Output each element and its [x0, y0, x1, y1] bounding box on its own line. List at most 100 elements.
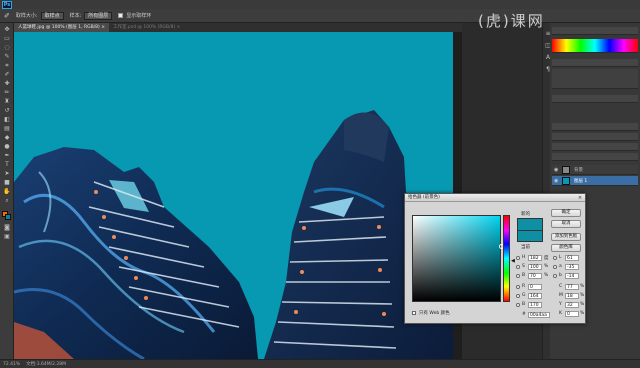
lasso-tool-icon[interactable]: ◌ [3, 45, 11, 51]
web-colors-only-checkbox[interactable] [412, 311, 416, 315]
history-brush-icon[interactable]: ↺ [3, 108, 11, 114]
field-key: L [559, 255, 562, 260]
cancel-button[interactable]: 取消 [551, 220, 581, 228]
field-key: B [522, 273, 526, 278]
color-panel-header[interactable] [552, 27, 638, 35]
document-canvas[interactable] [14, 32, 453, 359]
type-tool-icon[interactable]: T [3, 162, 11, 168]
add-to-swatches-button[interactable]: 添加到色板 [551, 233, 581, 241]
sample-size-label: 取样大小: [15, 13, 38, 19]
blur-tool-icon[interactable]: ◆ [3, 135, 11, 141]
zoom-level[interactable]: 72.41% [3, 362, 20, 367]
lab-l-field[interactable]: 61 [565, 255, 579, 261]
yellow-field[interactable]: 32 [565, 302, 579, 308]
lab-b-radio[interactable] [553, 274, 557, 278]
red-radio[interactable] [516, 285, 520, 289]
ok-button[interactable]: 确定 [551, 209, 581, 217]
layer-row-background[interactable]: ◉ 背景 [552, 165, 638, 175]
magenta-field[interactable]: 18 [565, 293, 579, 299]
saturation-brightness-field[interactable] [412, 215, 504, 302]
pen-tool-icon[interactable]: ✒ [3, 153, 11, 159]
screen-mode-icon[interactable]: ▣ [3, 234, 11, 240]
visibility-eye-icon[interactable]: ◉ [554, 178, 558, 184]
sample-size-select[interactable]: 取样点 [40, 11, 64, 20]
eyedropper-tool-icon[interactable]: ✐ [3, 72, 11, 78]
quick-mask-icon[interactable]: ◙ [3, 225, 11, 231]
field-key: G [522, 293, 526, 298]
hue-radio[interactable] [516, 256, 520, 260]
styles-panel-header[interactable] [552, 95, 638, 103]
hand-tool-icon[interactable]: ✋ [3, 189, 11, 195]
field-key: H [522, 255, 526, 260]
dodge-tool-icon[interactable]: ● [3, 144, 11, 150]
yellow-unit: % [580, 302, 585, 307]
lock-row[interactable] [552, 153, 638, 161]
brightness-radio[interactable] [516, 274, 520, 278]
background-color-swatch[interactable] [5, 214, 11, 220]
color-libraries-button[interactable]: 颜色库 [551, 244, 581, 252]
tools-panel: ✥ ▭ ◌ ✎ ⌗ ✐ ✚ ✏ ♜ ↺ ◧ ▤ ◆ ● ✒ T ➤ ■ ✋ ⌕ … [0, 23, 14, 359]
brush-tool-icon[interactable]: ✏ [3, 90, 11, 96]
gradient-tool-icon[interactable]: ▤ [3, 126, 11, 132]
hue-field[interactable]: 182 [528, 255, 542, 261]
cyan-field[interactable]: 77 [565, 284, 579, 290]
layers-panel-header[interactable] [552, 123, 638, 131]
zoom-tool-icon[interactable]: ⌕ [3, 198, 11, 204]
move-tool-icon[interactable]: ✥ [3, 27, 11, 33]
layer-filter-row[interactable] [552, 133, 638, 141]
blue-radio[interactable] [516, 303, 520, 307]
tab-label: 人篮球鞋.jpg @ 100% (图层 1, RGB/8) [18, 25, 100, 30]
green-field[interactable]: 164 [528, 293, 542, 299]
black-field[interactable]: 0 [565, 311, 579, 317]
lab-a-radio[interactable] [553, 265, 557, 269]
path-select-tool-icon[interactable]: ➤ [3, 171, 11, 177]
adjustments-panel-header[interactable] [552, 59, 638, 67]
cyan-unit: % [580, 284, 585, 289]
field-key: Y [559, 302, 562, 307]
shape-tool-icon[interactable]: ■ [3, 180, 11, 186]
sample-label: 样本: [69, 13, 82, 19]
field-key: b [559, 273, 562, 278]
close-icon[interactable]: × [577, 195, 583, 201]
hue-slider-arrow-icon[interactable]: ◀ [511, 258, 515, 264]
saturation-radio[interactable] [516, 265, 520, 269]
healing-tool-icon[interactable]: ✚ [3, 81, 11, 87]
saturation-unit: % [544, 264, 549, 269]
crop-tool-icon[interactable]: ⌗ [3, 63, 11, 69]
hue-slider[interactable] [503, 215, 510, 302]
blend-mode-row[interactable] [552, 143, 638, 151]
green-radio[interactable] [516, 294, 520, 298]
web-colors-only-label: 只有 Web 颜色 [419, 311, 450, 316]
lab-l-radio[interactable] [553, 256, 557, 260]
new-color-label: 新的 [521, 212, 530, 217]
color-ramp[interactable] [552, 39, 638, 53]
lab-b-field[interactable]: -14 [565, 273, 579, 279]
layer-row-layer-1[interactable]: ◉ 图层 1 [552, 176, 638, 186]
layer-thumbnail [562, 177, 570, 185]
sample-select[interactable]: 所有图层 [84, 11, 113, 20]
eyedropper-icon[interactable]: ✐ [4, 12, 10, 20]
field-key: S [522, 264, 525, 269]
adjustments-grid[interactable] [552, 69, 638, 89]
sneaker-photo [14, 110, 453, 359]
tab-document-1[interactable]: 人篮球鞋.jpg @ 100% (图层 1, RGB/8) × [14, 23, 109, 32]
lab-a-field[interactable]: -35 [565, 264, 579, 270]
canvas-area[interactable] [14, 32, 462, 359]
hex-field[interactable]: 00a4aa [528, 312, 550, 318]
brightness-field[interactable]: 70 [528, 273, 542, 279]
eraser-tool-icon[interactable]: ◧ [3, 117, 11, 123]
saturation-field[interactable]: 100 [528, 264, 542, 270]
field-key: K [559, 311, 562, 316]
status-bar: 72.41% 文档:3.64M/2.28M [0, 359, 640, 368]
field-key: C [559, 284, 563, 289]
current-color-swatch[interactable] [517, 230, 543, 242]
show-ring-checkbox[interactable] [118, 13, 124, 18]
marquee-tool-icon[interactable]: ▭ [3, 36, 11, 42]
tab-document-2[interactable]: 工作室.psd @ 100% (RGB/8) × [109, 23, 184, 32]
new-color-swatch [517, 218, 543, 230]
quick-select-tool-icon[interactable]: ✎ [3, 54, 11, 60]
red-field[interactable]: 0 [528, 284, 542, 290]
stamp-tool-icon[interactable]: ♜ [3, 99, 11, 105]
blue-field[interactable]: 170 [528, 302, 542, 308]
visibility-eye-icon[interactable]: ◉ [554, 167, 558, 173]
